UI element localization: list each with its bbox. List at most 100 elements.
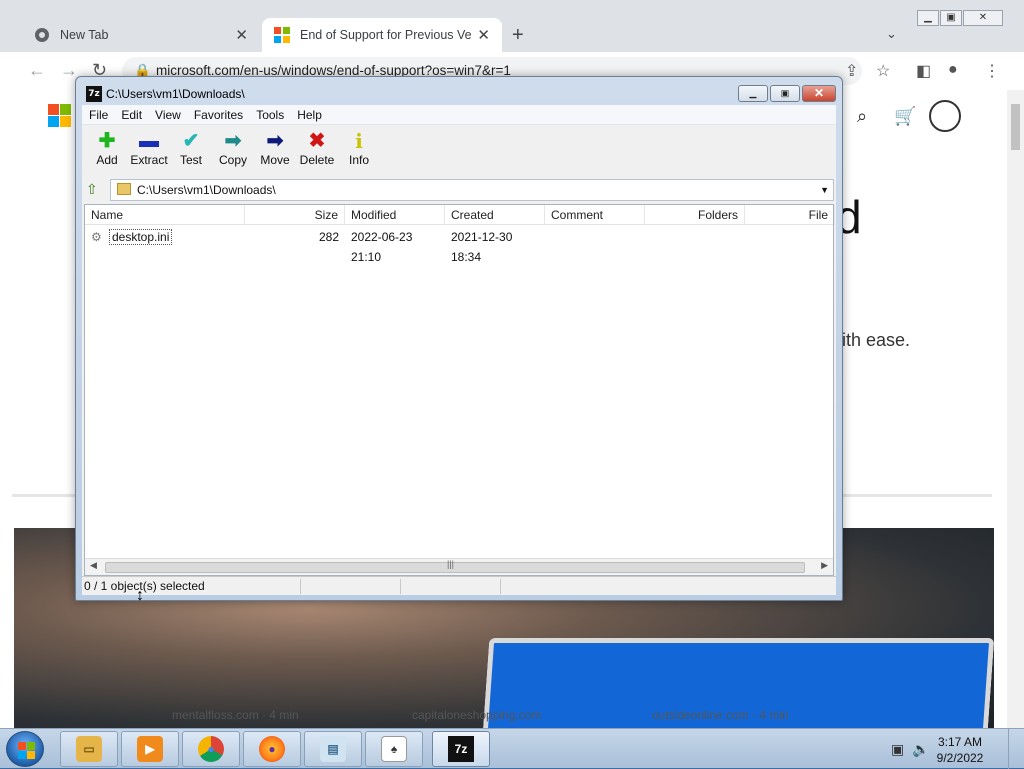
minimize-button[interactable]: ▁ (738, 85, 768, 102)
cart-icon[interactable]: 🛒 (894, 106, 916, 127)
minimize-button[interactable]: ▁ (917, 10, 939, 26)
close-tab-icon[interactable]: ✕ (477, 26, 490, 44)
column-folders[interactable]: Folders (645, 205, 745, 225)
info-icon: i (355, 129, 363, 153)
bookmark-star-icon[interactable]: ☆ (876, 61, 890, 81)
maximize-button[interactable]: ▣ (940, 10, 962, 26)
menu-help[interactable]: Help (290, 108, 328, 122)
search-icon[interactable]: ⌕ (857, 106, 867, 127)
copy-button[interactable]: ➡ Copy (212, 129, 254, 167)
menu-tools[interactable]: Tools (249, 108, 290, 122)
news-link[interactable]: mentalfloss.com · 4 min (172, 708, 299, 722)
copy-icon: ➡ (224, 130, 242, 152)
taskbar-media-player[interactable]: ▶ (121, 731, 179, 767)
delete-label: Delete (299, 153, 335, 167)
table-row[interactable]: ⚙ desktop.ini 282 2022-06-23 21:10 2021-… (85, 227, 833, 264)
menu-icon[interactable]: ⋮ (984, 61, 1000, 81)
clock-time: 3:17 AM (937, 735, 983, 749)
move-button[interactable]: ➡ Move (254, 129, 296, 167)
page-scrollbar[interactable] (1007, 90, 1024, 728)
cards-icon: ♠ (381, 736, 407, 762)
account-icon[interactable] (929, 100, 961, 132)
extract-icon: ▬ (139, 130, 159, 152)
close-tab-icon[interactable]: ✕ (235, 26, 248, 44)
taskbar-chrome[interactable]: ● (182, 731, 240, 767)
scroll-left-icon[interactable]: ◀ (90, 560, 97, 571)
side-panel-icon[interactable]: ◧ (916, 61, 931, 81)
close-button[interactable]: ✕ (802, 85, 836, 102)
file-folders (645, 227, 745, 247)
taskbar-firefox[interactable]: ● (243, 731, 301, 767)
folder-icon (117, 183, 131, 195)
column-files[interactable]: File (745, 205, 835, 225)
share-icon[interactable]: ⇪ (845, 61, 858, 81)
tab-title: New Tab (60, 28, 109, 42)
media-player-icon: ▶ (137, 736, 163, 762)
7zip-client: File Edit View Favorites Tools Help ✚ Ad… (82, 105, 836, 595)
start-button[interactable] (6, 731, 44, 767)
path-combobox[interactable]: C:\Users\vm1\Downloads\ ▼ (110, 179, 834, 201)
taskbar-7zip[interactable]: 7z (432, 731, 490, 767)
taskbar-explorer[interactable]: ▭ (60, 731, 118, 767)
status-text: 0 / 1 object(s) selected (84, 579, 205, 593)
file-list[interactable]: Name Size Modified Created Comment Folde… (84, 204, 835, 576)
info-label: Info (348, 153, 369, 167)
menu-bar: File Edit View Favorites Tools Help (82, 105, 836, 125)
column-modified[interactable]: Modified (345, 205, 445, 225)
resize-cursor-icon: ↕ (136, 587, 144, 604)
column-comment[interactable]: Comment (545, 205, 645, 225)
menu-view[interactable]: View (148, 108, 187, 122)
maximize-button[interactable]: ▣ (770, 85, 800, 102)
profile-icon[interactable]: ● (948, 61, 958, 79)
horizontal-scrollbar[interactable]: ◀ ||| ▶ (85, 558, 833, 575)
volume-icon[interactable]: 🔈 (912, 741, 929, 758)
file-created: 2021-12-30 18:34 (451, 230, 513, 264)
info-button[interactable]: i Info (338, 129, 380, 167)
folder-up-icon[interactable]: ⇧ (86, 181, 104, 199)
delete-icon: ✖ (308, 130, 326, 152)
clock[interactable]: 3:17 AM 9/2/2022 (928, 734, 992, 766)
tab-title: End of Support for Previous Versi (300, 28, 472, 42)
7zip-toolbar: ✚ Add ▬ Extract ✔ Test ➡ Copy ➡ Move ✖ D… (82, 125, 836, 175)
7zip-icon: 7z (448, 736, 474, 762)
add-icon: ✚ (98, 130, 116, 152)
column-name[interactable]: Name (85, 205, 245, 225)
delete-button[interactable]: ✖ Delete (296, 129, 338, 167)
column-created[interactable]: Created (445, 205, 545, 225)
chrome-icon: ● (198, 736, 224, 762)
tab-search-icon[interactable]: ⌄ (886, 26, 897, 42)
taskbar-solitaire[interactable]: ♠ (365, 731, 423, 767)
file-size: 282 (318, 230, 339, 244)
column-size[interactable]: Size (245, 205, 345, 225)
microsoft-logo[interactable] (48, 104, 71, 127)
new-tab-button[interactable]: + (512, 24, 524, 47)
news-link[interactable]: outsideonline.com · 4 min (652, 708, 789, 722)
address-bar: ⇧ C:\Users\vm1\Downloads\ ▼ (82, 178, 836, 202)
tab-new-tab[interactable]: New Tab ✕ (22, 18, 260, 52)
network-icon[interactable]: ▣ (891, 741, 904, 758)
path-text: C:\Users\vm1\Downloads\ (137, 183, 276, 197)
file-modified: 2022-06-23 21:10 (351, 230, 413, 264)
scroll-right-icon[interactable]: ▶ (821, 560, 828, 571)
back-icon[interactable]: ← (28, 60, 46, 81)
file-name: desktop.ini (109, 229, 173, 245)
menu-favorites[interactable]: Favorites (187, 108, 249, 122)
extract-button[interactable]: ▬ Extract (128, 129, 170, 167)
add-button[interactable]: ✚ Add (86, 129, 128, 167)
taskbar-notepad[interactable]: ▤ (304, 731, 362, 767)
menu-edit[interactable]: Edit (114, 108, 148, 122)
microsoft-icon (274, 27, 290, 43)
close-button[interactable]: ✕ (963, 10, 1003, 26)
chrome-icon (35, 28, 49, 42)
7zip-window: 7z C:\Users\vm1\Downloads\ ▁ ▣ ✕ File Ed… (75, 76, 843, 601)
scrollbar-thumb[interactable] (105, 562, 805, 573)
tab-end-of-support[interactable]: End of Support for Previous Versi ✕ (262, 18, 502, 52)
folder-icon: ▭ (76, 736, 102, 762)
firefox-icon: ● (259, 736, 285, 762)
scrollbar-thumb[interactable] (1011, 104, 1020, 150)
show-desktop-button[interactable] (1008, 729, 1024, 769)
test-button[interactable]: ✔ Test (170, 129, 212, 167)
menu-file[interactable]: File (82, 108, 114, 122)
chevron-down-icon[interactable]: ▼ (820, 180, 829, 200)
news-link[interactable]: capitaloneshopping.com (412, 708, 541, 722)
